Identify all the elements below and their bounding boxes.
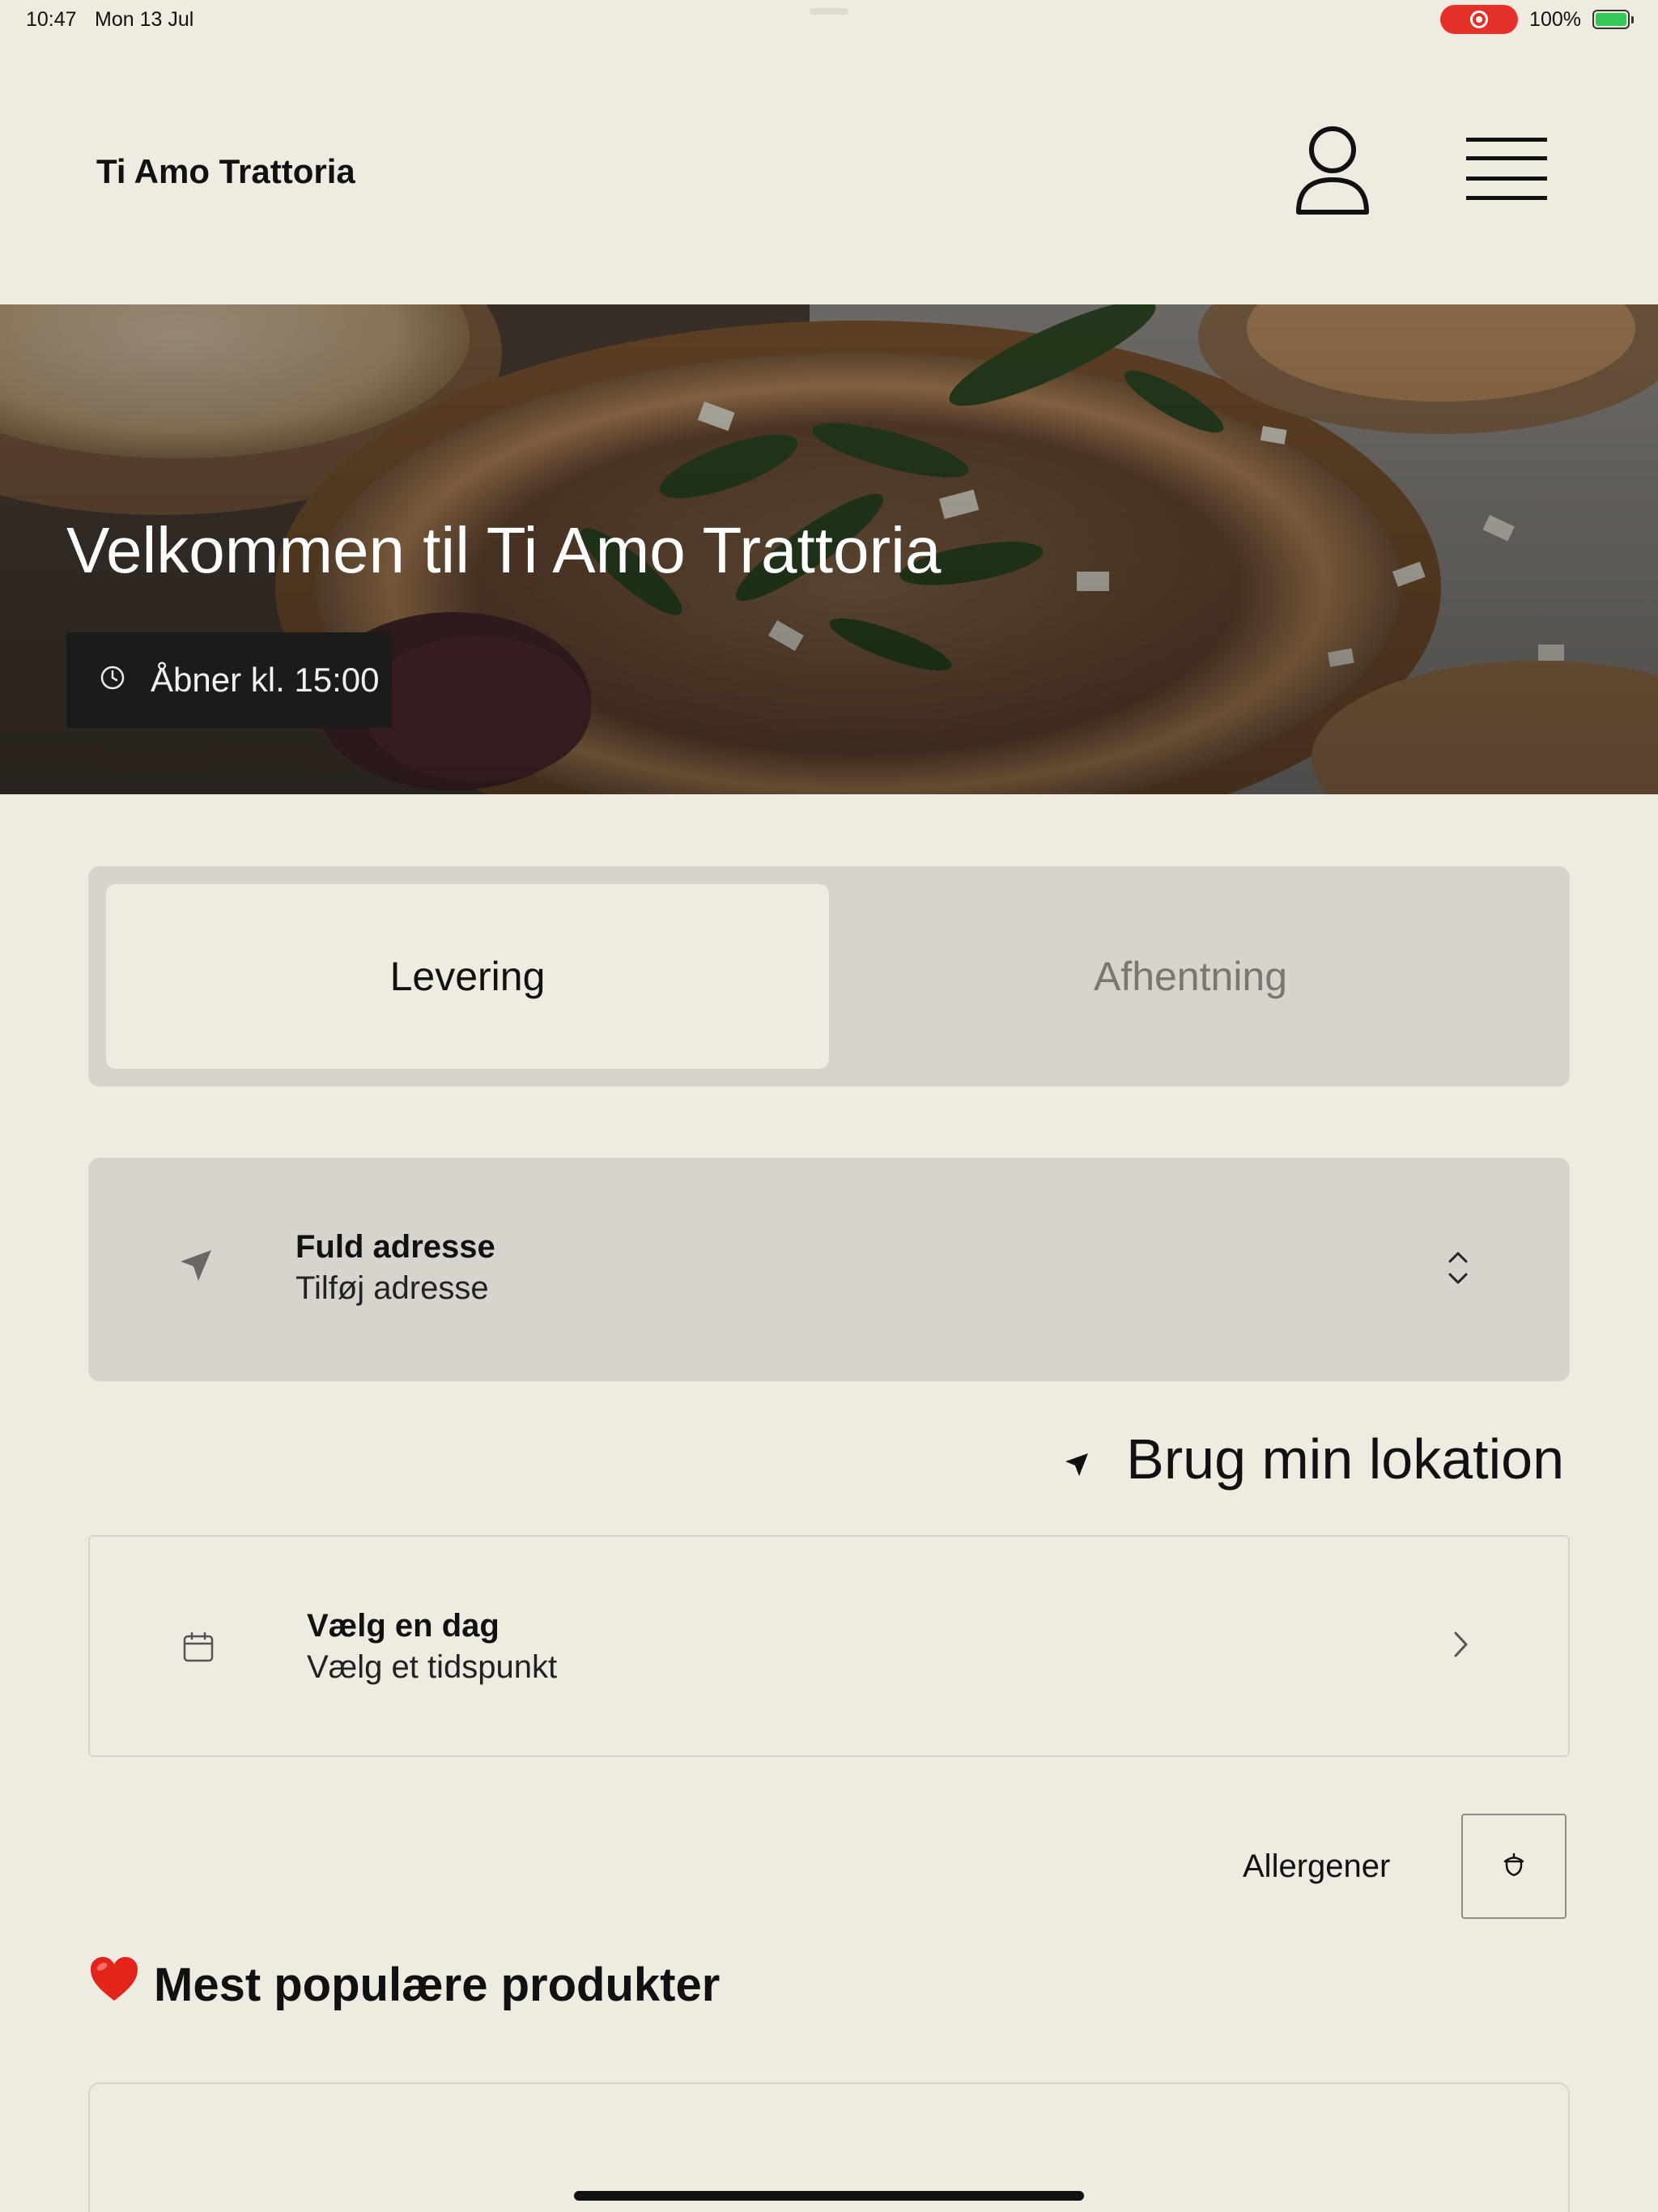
home-indicator[interactable]	[574, 2191, 1084, 2201]
screen-recording-icon[interactable]	[1440, 5, 1519, 34]
address-title: Fuld adresse	[295, 1229, 495, 1265]
popular-products-heading: Mest populære produkter	[89, 1955, 720, 2014]
heart-icon	[89, 1955, 139, 2014]
chevron-right-icon	[1452, 1629, 1471, 1664]
chevron-up-down-icon	[1446, 1249, 1470, 1291]
schedule-text: Vælg en dag Vælg et tidspunkt	[307, 1608, 557, 1686]
address-text: Fuld adresse Tilføj adresse	[295, 1229, 495, 1307]
use-my-location-button[interactable]: Brug min lokation	[1063, 1427, 1564, 1491]
user-icon[interactable]	[1292, 121, 1373, 219]
schedule-title: Vælg en dag	[307, 1608, 500, 1644]
order-mode-toggle: Levering Afhentning	[88, 866, 1570, 1087]
brand-title[interactable]: Ti Amo Trattoria	[96, 152, 355, 191]
address-placeholder: Tilføj adresse	[295, 1270, 489, 1306]
hero-title: Velkommen til Ti Amo Trattoria	[66, 514, 942, 586]
status-right: 100%	[1440, 5, 1634, 34]
location-arrow-icon	[177, 1247, 215, 1288]
calendar-icon	[182, 1631, 215, 1667]
opening-hours-text: Åbner kl. 15:00	[151, 661, 380, 699]
battery-percent: 100%	[1529, 7, 1581, 31]
allergen-filter-button[interactable]	[1461, 1814, 1567, 1919]
location-arrow-icon	[1063, 1427, 1090, 1491]
battery-icon	[1592, 10, 1634, 29]
address-selector[interactable]: Fuld adresse Tilføj adresse	[88, 1158, 1570, 1381]
hero-banner: Velkommen til Ti Amo Trattoria Åbner kl.…	[0, 304, 1658, 794]
hamburger-menu-icon[interactable]	[1464, 133, 1550, 206]
allergen-label: Allergener	[1243, 1848, 1391, 1884]
multitasking-grabber[interactable]	[810, 8, 848, 15]
use-my-location-label: Brug min lokation	[1126, 1427, 1564, 1491]
schedule-selector[interactable]: Vælg en dag Vælg et tidspunkt	[88, 1535, 1570, 1757]
status-bar: 10:47 Mon 13 Jul 100%	[0, 0, 1658, 39]
status-date: Mon 13 Jul	[95, 8, 194, 31]
status-time: 10:47	[26, 8, 77, 31]
clock-icon	[99, 661, 126, 700]
acorn-icon	[1502, 1853, 1526, 1881]
tab-pickup[interactable]: Afhentning	[829, 884, 1552, 1069]
tab-delivery[interactable]: Levering	[106, 884, 829, 1069]
schedule-subtitle: Vælg et tidspunkt	[307, 1649, 558, 1685]
popular-products-title: Mest populære produkter	[154, 1958, 721, 2011]
opening-hours-badge: Åbner kl. 15:00	[66, 632, 392, 728]
